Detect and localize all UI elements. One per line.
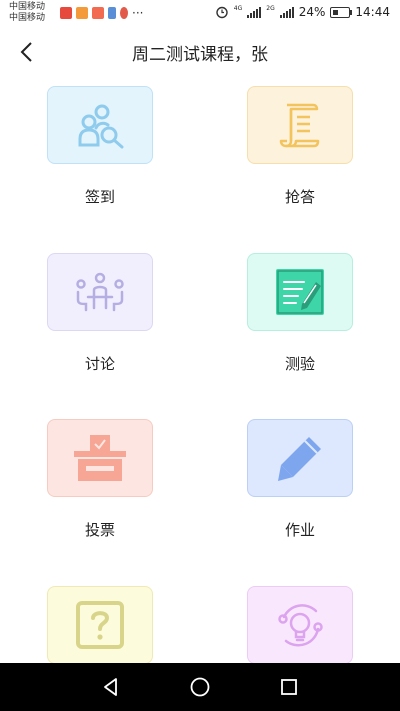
icon-box[interactable]: [247, 586, 353, 664]
carrier-2: 中国移动: [9, 13, 46, 23]
carrier-info: 中国移动 中国移动: [9, 2, 45, 24]
icon-box[interactable]: [247, 419, 353, 497]
network-type-1: 4G: [233, 5, 243, 12]
location-icon: [120, 7, 128, 19]
lightbulb-orbit-icon: [278, 604, 323, 647]
nav-back-button[interactable]: [99, 675, 123, 699]
feature-tile-homework[interactable]: 作业: [247, 419, 353, 540]
pencil-icon: [278, 437, 321, 481]
app-notification-icon: [92, 7, 104, 19]
page-title: 周二测试课程，张: [132, 45, 268, 65]
question-icon: [76, 601, 124, 649]
feature-label: 签到: [84, 188, 115, 206]
icon-box[interactable]: [247, 86, 353, 164]
triangle-back-icon: [104, 678, 117, 696]
sign-in-people-search-icon: [78, 104, 124, 149]
quiz-edit-icon: [276, 269, 324, 315]
icon-box[interactable]: [47, 86, 153, 164]
more-notifications-icon: ···: [132, 6, 144, 20]
icon-box[interactable]: [47, 419, 153, 497]
clock: 14:44: [355, 5, 390, 19]
circle-home-icon: [190, 677, 210, 697]
nav-home-button[interactable]: [188, 675, 212, 699]
app-notification-icon: [60, 7, 72, 19]
battery-percent: 24%: [298, 5, 326, 19]
feature-tile-discussion[interactable]: 讨论: [47, 253, 153, 374]
nav-recents-button[interactable]: [277, 675, 301, 699]
status-bar: 中国移动 中国移动 ··· 4G 2G 24% 14:44: [0, 0, 400, 28]
square-recents-icon: [281, 679, 297, 695]
app-notification-icon: [76, 7, 88, 19]
feature-label: 投票: [84, 521, 115, 539]
feature-label: 测验: [284, 355, 315, 373]
scroll-icon: [279, 103, 320, 148]
icon-box[interactable]: [47, 586, 153, 664]
alarm-icon: [216, 6, 228, 19]
ballot-box-icon: [74, 435, 126, 481]
feature-tile-question[interactable]: [47, 586, 153, 664]
discussion-people-icon: [76, 272, 124, 312]
feature-label: 作业: [284, 521, 315, 539]
system-navigation-bar: [0, 663, 400, 711]
app-notification-icon: [108, 7, 116, 19]
feature-tile-sign-in[interactable]: 签到: [47, 86, 153, 207]
feature-tile-quick-answer[interactable]: 抢答: [247, 86, 353, 207]
signal-icon: [247, 6, 262, 18]
signal-icon: [279, 6, 294, 18]
system-status: 4G 2G 24% 14:44: [215, 5, 390, 19]
icon-box[interactable]: [247, 253, 353, 331]
feature-label: 讨论: [84, 355, 115, 373]
notification-icons: ···: [60, 6, 143, 20]
feature-label: 抢答: [284, 188, 315, 206]
battery-icon: [330, 6, 353, 18]
network-type-2: 2G: [266, 5, 275, 12]
icon-box[interactable]: [47, 253, 153, 331]
carrier-1: 中国移动: [9, 2, 46, 12]
feature-tile-vote[interactable]: 投票: [47, 419, 153, 540]
feature-tile-quiz[interactable]: 测验: [247, 253, 353, 374]
header: 周二测试课程，张: [0, 28, 400, 76]
feature-tile-idea[interactable]: [247, 586, 353, 664]
